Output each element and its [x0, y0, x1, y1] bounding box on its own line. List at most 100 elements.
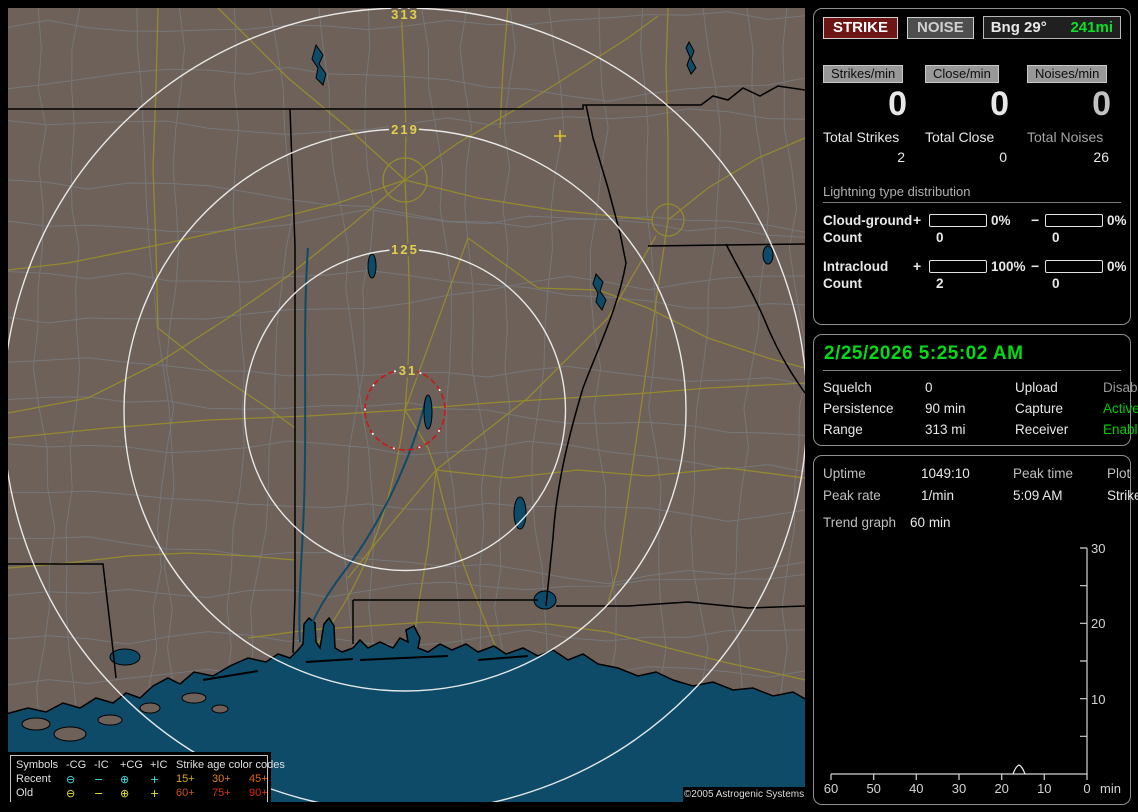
xtick-60: 60	[824, 781, 838, 796]
minus-sign: −	[1031, 212, 1040, 228]
plus-sign: +	[913, 258, 922, 274]
xtick-50: 50	[866, 781, 880, 796]
close-per-min-label: Close/min	[925, 65, 999, 83]
legend-symbols-header: Symbols	[16, 759, 59, 771]
ic-neg-count: 0	[1052, 276, 1060, 291]
total-strikes-label: Total Strikes	[823, 129, 900, 145]
ic-pos-percent: 100%	[991, 258, 1026, 274]
ic-count-label: Count	[823, 276, 862, 291]
cg-neg-count: 0	[1052, 230, 1060, 245]
noises-per-min-label: Noises/min	[1027, 65, 1108, 83]
total-noises-value: 26	[1093, 149, 1109, 165]
trend-series-strike	[1012, 764, 1026, 775]
bearing-indicator: Bng 29° 241mi	[982, 16, 1121, 39]
age-15: 15+	[176, 773, 195, 785]
chart-axes	[831, 548, 1088, 775]
strike-legend: Symbols -CG -IC +CG +IC Strike age color…	[10, 755, 285, 802]
ic-pos-count: 2	[936, 276, 944, 291]
legend-col-ic-neg: -IC	[94, 759, 109, 771]
xtick-20: 20	[994, 781, 1008, 796]
peak-time-value: 5:09 AM	[1013, 488, 1063, 503]
cg-pos-count: 0	[936, 230, 944, 245]
ic-pos-bar	[929, 259, 987, 273]
receiver-status: Enabled	[1103, 422, 1138, 437]
legend-age-header: Strike age color codes	[176, 759, 285, 771]
uptime-value: 1049:10	[921, 466, 970, 481]
cg-neg-percent: 0%	[1107, 212, 1127, 228]
ring-label-125: 125	[391, 242, 419, 257]
legend-old-label: Old	[16, 787, 34, 799]
datetime-display: 2/25/2026 5:25:02 AM	[823, 340, 1121, 371]
age-45: 45+	[249, 773, 268, 785]
noises-column: Noises/min 0 Total Noises 26	[1027, 65, 1121, 165]
trend-box: Uptime 1049:10 Peak time Plot Peak rate …	[813, 455, 1138, 805]
cg-pos-percent: 0%	[991, 212, 1011, 228]
strikes-per-min-value: 0	[888, 85, 907, 123]
peak-rate-label: Peak rate	[823, 488, 881, 503]
capture-status: Active	[1103, 401, 1138, 416]
xtick-30: 30	[952, 781, 966, 796]
close-per-min-value: 0	[990, 85, 1009, 123]
uptime-label: Uptime	[823, 466, 866, 481]
ytick-30: 30	[1091, 541, 1105, 556]
ic-neg-bar	[1045, 259, 1103, 273]
age-30: 30+	[212, 773, 231, 785]
trend-graph-value: 60 min	[910, 515, 951, 530]
copyright-bar: ©2005 Astrogenic Systems	[683, 787, 805, 802]
strike-toggle-button[interactable]: STRIKE	[823, 16, 899, 39]
squelch-label: Squelch	[823, 380, 872, 395]
close-column: Close/min 0 Total Close 0	[925, 65, 1019, 165]
upload-status: Disabled	[1103, 380, 1138, 395]
cg-pos-bar	[929, 213, 987, 227]
plot-label: Plot	[1107, 466, 1131, 481]
receiver-label: Receiver	[1015, 422, 1069, 437]
bearing-distance: 241mi	[1070, 19, 1113, 36]
ytick-10: 10	[1091, 692, 1105, 707]
ring-label-313: 313	[391, 8, 419, 22]
x-unit-label: min	[1100, 781, 1121, 796]
legend-col-ic-pos: +IC	[150, 759, 168, 771]
bearing-label: Bng 29°	[990, 19, 1047, 36]
cloud-ground-label: Cloud-ground	[823, 212, 913, 228]
peak-time-label: Peak time	[1013, 466, 1074, 481]
noises-per-min-value: 0	[1092, 85, 1111, 123]
lightning-map[interactable]: 313 219 125 31 Symbols -CG -IC +CG +IC S…	[8, 8, 805, 802]
persistence-value: 90 min	[925, 401, 966, 416]
range-value: 313 mi	[925, 422, 966, 437]
xtick-40: 40	[909, 781, 923, 796]
strikes-per-min-label: Strikes/min	[823, 65, 904, 83]
total-noises-label: Total Noises	[1027, 129, 1104, 145]
old-ic-neg-icon: −	[94, 787, 104, 800]
range-label: Range	[823, 422, 863, 437]
recent-cg-pos-icon: ⊕	[120, 773, 130, 786]
capture-label: Capture	[1015, 401, 1064, 416]
upload-label: Upload	[1015, 380, 1058, 395]
xtick-0: 0	[1083, 781, 1090, 796]
total-strikes-value: 2	[897, 149, 905, 165]
map-canvas: 313 219 125 31	[8, 8, 805, 802]
ring-label-31: 31	[399, 363, 417, 378]
noise-toggle-button[interactable]: NOISE	[907, 16, 974, 39]
status-box: 2/25/2026 5:25:02 AM Squelch 0 Upload Di…	[813, 334, 1138, 446]
old-cg-pos-icon: ⊕	[120, 787, 130, 800]
ic-neg-percent: 0%	[1107, 258, 1127, 274]
distribution-table: Cloud-ground + 0% − 0% Count 0 0 Intracl…	[823, 212, 1127, 291]
old-ic-pos-icon: +	[150, 787, 160, 800]
intracloud-label: Intracloud	[823, 258, 889, 274]
age-90: 90+	[249, 787, 268, 799]
recent-ic-pos-icon: +	[150, 773, 160, 786]
cg-neg-bar	[1045, 213, 1103, 227]
legend-recent-label: Recent	[16, 773, 51, 785]
trend-graph-label: Trend graph	[823, 515, 897, 530]
minus-sign: −	[1031, 258, 1040, 274]
total-close-label: Total Close	[925, 129, 995, 145]
strikes-column: Strikes/min 0 Total Strikes 2	[823, 65, 917, 165]
trend-chart: 30 20 10 60 50 40 30 20 10 0 min	[824, 541, 1121, 796]
total-close-value: 0	[999, 149, 1007, 165]
recent-cg-neg-icon: ⊖	[66, 773, 76, 786]
age-75: 75+	[212, 787, 231, 799]
squelch-value: 0	[925, 380, 933, 395]
ytick-20: 20	[1091, 616, 1105, 631]
xtick-10: 10	[1037, 781, 1051, 796]
recent-ic-neg-icon: −	[94, 773, 104, 786]
